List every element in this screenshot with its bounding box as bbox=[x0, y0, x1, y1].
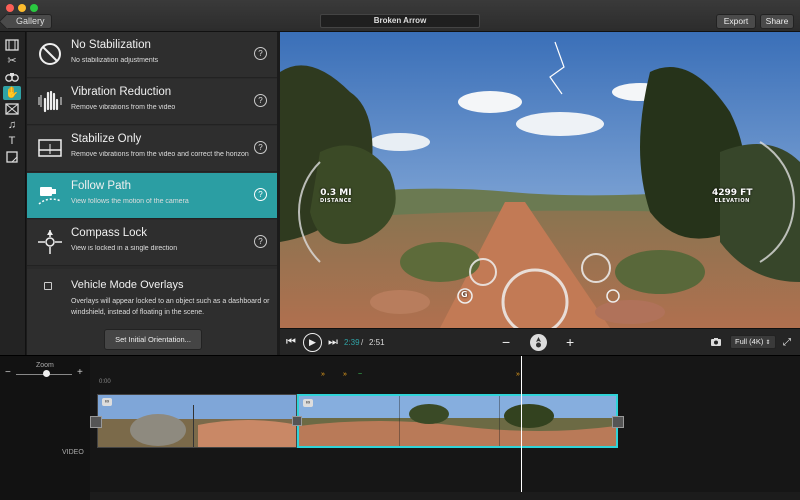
video-preview[interactable]: 0.3 MI DISTANCE 4299 FT ELEVATION G bbox=[280, 32, 800, 328]
speed-marker-icon[interactable]: » bbox=[516, 371, 520, 378]
option-description: No stabilization adjustments bbox=[71, 57, 159, 64]
option-no-stabilization[interactable]: No Stabilization No stabilization adjust… bbox=[27, 32, 277, 78]
option-title: No Stabilization bbox=[71, 39, 151, 51]
timeline-panel: Zoom − + VIDEO 0:00 » » ~ » ∞ ∞ bbox=[0, 355, 800, 500]
set-initial-orientation-button[interactable]: Set Initial Orientation... bbox=[104, 329, 202, 350]
vehicle-overlay-section: Vehicle Mode Overlays Overlays will appe… bbox=[27, 269, 277, 355]
help-icon[interactable]: ? bbox=[254, 47, 267, 60]
scissors-icon[interactable]: ✂ bbox=[3, 54, 21, 68]
distance-value: 0.3 MI bbox=[320, 188, 352, 198]
ruler-start-time: 0:00 bbox=[99, 379, 111, 385]
binoculars-icon: ∞ bbox=[102, 398, 112, 406]
elevation-label: ELEVATION bbox=[714, 198, 750, 204]
hand-icon[interactable]: ✋ bbox=[3, 86, 21, 100]
preview-frame bbox=[280, 32, 800, 328]
fullscreen-icon[interactable]: ⤢ bbox=[783, 329, 791, 356]
help-icon[interactable]: ? bbox=[254, 141, 267, 154]
distance-readout: 0.3 MI DISTANCE bbox=[320, 188, 352, 204]
option-description: Remove vibrations from the video bbox=[71, 104, 176, 111]
help-icon[interactable]: ? bbox=[254, 235, 267, 248]
transition-icon[interactable] bbox=[3, 102, 21, 116]
zoom-out-icon[interactable]: − bbox=[502, 329, 510, 356]
option-stabilize-only[interactable]: Stabilize Only Remove vibrations from th… bbox=[27, 126, 277, 172]
speed-marker-icon[interactable]: » bbox=[321, 371, 325, 378]
distance-label: DISTANCE bbox=[320, 198, 352, 204]
option-description: View is locked in a single direction bbox=[71, 245, 178, 252]
playhead[interactable] bbox=[521, 356, 522, 500]
stabilization-panel: No Stabilization No stabilization adjust… bbox=[27, 32, 277, 355]
speed-marker-icon[interactable]: » bbox=[343, 371, 347, 378]
transition-start-icon[interactable] bbox=[90, 416, 102, 428]
help-icon[interactable]: ? bbox=[254, 188, 267, 201]
text-icon[interactable]: T bbox=[3, 134, 21, 148]
option-title: Vibration Reduction bbox=[71, 86, 172, 98]
option-compass-lock[interactable]: Compass Lock View is locked in a single … bbox=[27, 220, 277, 266]
selected-video-clip[interactable]: ∞ bbox=[297, 394, 618, 448]
total-time: 2:51 bbox=[369, 338, 385, 347]
option-description: View follows the motion of the camera bbox=[71, 198, 189, 205]
zoom-plus-button[interactable]: + bbox=[77, 367, 83, 378]
skip-forward-icon[interactable]: ⏭ bbox=[328, 329, 338, 356]
close-window-button[interactable] bbox=[6, 4, 14, 12]
camera-path-icon bbox=[38, 187, 62, 205]
resolution-value: Full (4K) bbox=[735, 337, 764, 346]
vibrating-hand-icon bbox=[38, 90, 62, 113]
share-button[interactable]: Share bbox=[760, 14, 794, 29]
elevation-readout: 4299 FT ELEVATION bbox=[712, 188, 752, 204]
app-window: Gallery Broken Arrow Export Share ✂ ✋ ♫ … bbox=[0, 0, 800, 500]
zoom-window-button[interactable] bbox=[30, 4, 38, 12]
resolution-select[interactable]: Full (4K) ⇕ bbox=[730, 335, 776, 349]
binoculars-icon: ∞ bbox=[303, 399, 313, 407]
video-clip[interactable]: ∞ bbox=[97, 394, 297, 448]
audio-marker-icon[interactable]: ~ bbox=[358, 371, 362, 378]
transition-icon[interactable] bbox=[292, 416, 302, 426]
music-icon[interactable]: ♫ bbox=[3, 118, 21, 132]
option-title: Follow Path bbox=[71, 180, 132, 192]
title-bar: Gallery Broken Arrow Export Share bbox=[0, 0, 800, 32]
horizon-icon bbox=[38, 139, 62, 157]
skip-back-icon[interactable]: ⏮ bbox=[286, 329, 296, 356]
vehicle-overlay-checkbox[interactable] bbox=[44, 282, 52, 290]
export-button[interactable]: Export bbox=[716, 14, 756, 29]
play-button[interactable]: ▶ bbox=[303, 333, 322, 352]
document-title[interactable]: Broken Arrow bbox=[320, 14, 480, 28]
sticker-icon[interactable] bbox=[3, 150, 21, 164]
transition-end-icon[interactable] bbox=[612, 416, 624, 428]
snapshot-camera-icon[interactable] bbox=[710, 329, 722, 356]
video-track-label: VIDEO bbox=[62, 449, 84, 456]
vehicle-overlay-description: Overlays will appear locked to an object… bbox=[71, 298, 270, 316]
minimize-window-button[interactable] bbox=[18, 4, 26, 12]
vehicle-overlay-title: Vehicle Mode Overlays bbox=[71, 279, 184, 291]
option-title: Stabilize Only bbox=[71, 133, 142, 145]
zoom-label: Zoom bbox=[36, 362, 54, 369]
select-arrows-icon: ⇕ bbox=[765, 340, 771, 346]
gallery-back-button[interactable]: Gallery bbox=[5, 14, 52, 29]
time-separator: / bbox=[361, 338, 364, 347]
compass-icon bbox=[38, 230, 62, 254]
option-title: Compass Lock bbox=[71, 227, 148, 239]
tool-strip: ✂ ✋ ♫ T bbox=[0, 32, 26, 355]
no-symbol-icon bbox=[39, 43, 61, 65]
film-icon[interactable] bbox=[3, 38, 21, 52]
current-time: 2:39 bbox=[344, 338, 360, 347]
zoom-slider-knob[interactable] bbox=[43, 370, 51, 377]
help-icon[interactable]: ? bbox=[254, 94, 267, 107]
binoculars-icon[interactable] bbox=[3, 70, 21, 84]
timeline-scrollbar[interactable] bbox=[90, 492, 800, 500]
clip-thumbnails bbox=[299, 396, 616, 446]
zoom-in-icon[interactable]: + bbox=[566, 329, 574, 356]
option-description: Remove vibrations from the video and cor… bbox=[71, 151, 249, 158]
option-follow-path[interactable]: Follow Path View follows the motion of t… bbox=[27, 173, 277, 219]
g-force-gauge: G bbox=[461, 290, 468, 299]
option-vibration-reduction[interactable]: Vibration Reduction Remove vibrations fr… bbox=[27, 79, 277, 125]
zoom-minus-button[interactable]: − bbox=[5, 367, 11, 378]
elevation-value: 4299 FT bbox=[712, 188, 753, 198]
view-orientation-icon[interactable] bbox=[530, 334, 547, 351]
player-controls: ⏮ ▶ ⏭ 2:39 / 2:51 − + Full (4K) ⇕ ⤢ bbox=[280, 328, 800, 355]
clip-thumbnails bbox=[98, 395, 296, 447]
